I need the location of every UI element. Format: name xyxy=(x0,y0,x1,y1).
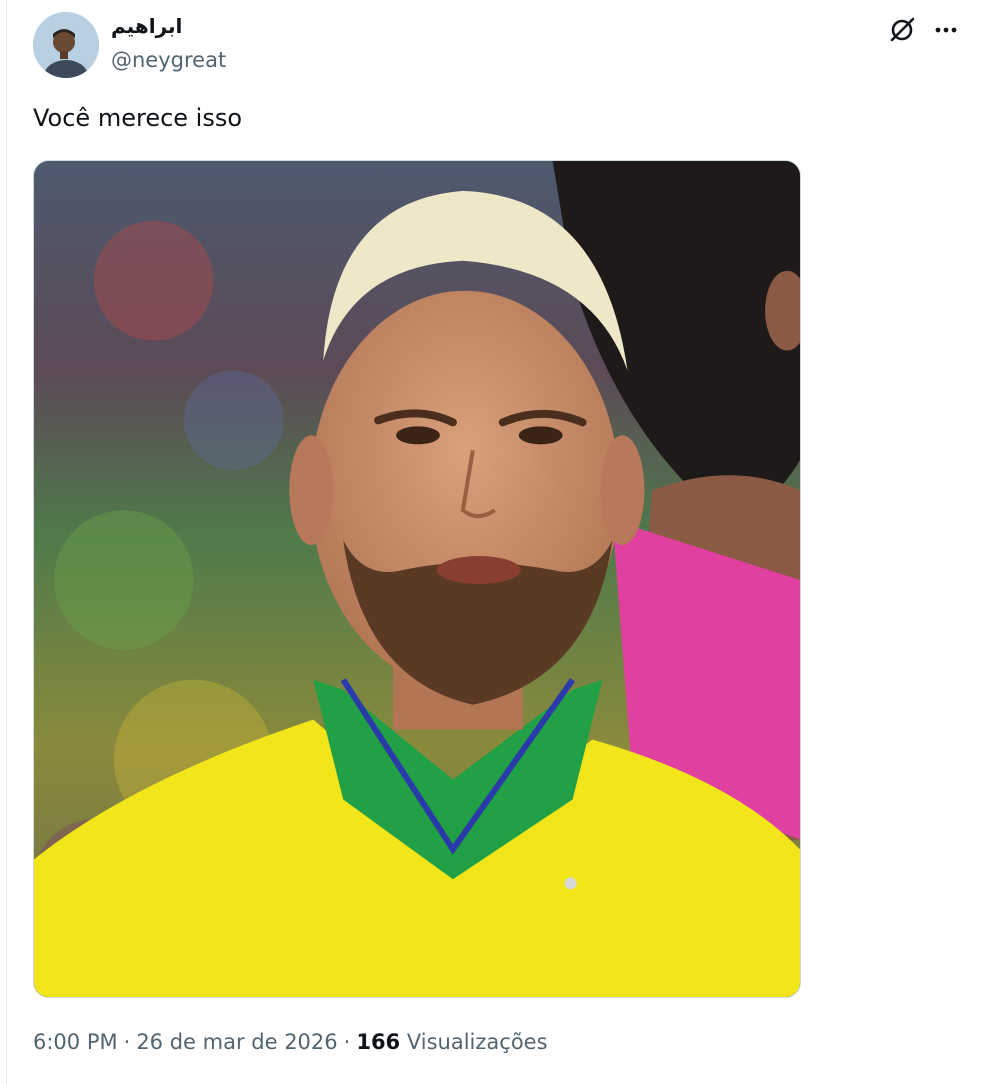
profile-avatar-icon xyxy=(33,12,99,78)
grok-icon[interactable] xyxy=(886,14,918,46)
author-avatar[interactable] xyxy=(33,12,99,78)
post-date[interactable]: 26 de mar de 2026 xyxy=(136,1030,337,1054)
post-meta: 6:00 PM · 26 de mar de 2026 · 166 Visualizaç… xyxy=(33,1030,548,1054)
more-options-icon[interactable] xyxy=(930,14,962,46)
meta-separator: · xyxy=(343,1030,351,1054)
photo-player-portrait xyxy=(34,161,800,997)
timeline-divider xyxy=(6,0,7,1084)
author-display-name[interactable]: ابراهيم xyxy=(111,14,182,38)
post-time[interactable]: 6:00 PM xyxy=(33,1030,118,1054)
post-text: Você merece isso xyxy=(33,104,243,132)
meta-separator: · xyxy=(123,1030,131,1054)
views-count: 166 xyxy=(356,1030,401,1054)
post-media-photo[interactable] xyxy=(33,160,801,998)
author-handle[interactable]: @neygreat xyxy=(111,48,226,72)
views-label: Visualizações xyxy=(406,1030,548,1054)
